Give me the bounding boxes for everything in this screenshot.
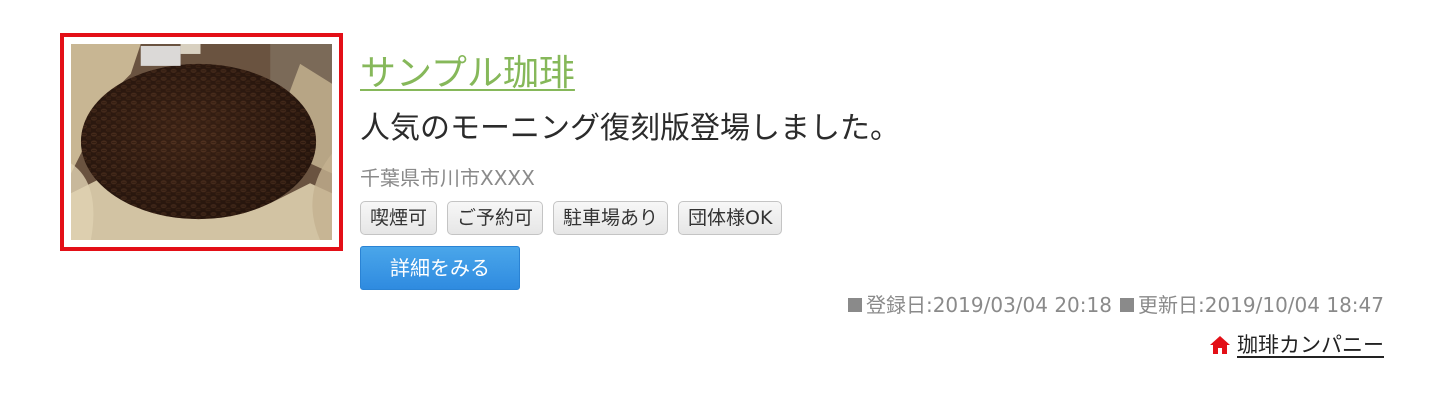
updated-date-text: 更新日:2019/10/04 18:47 <box>1137 293 1384 317</box>
shop-thumbnail-frame[interactable] <box>60 33 343 251</box>
shop-catchphrase: 人気のモーニング復刻版登場しました。 <box>360 111 900 146</box>
square-bullet-icon <box>847 298 862 312</box>
square-bullet-icon <box>1119 298 1134 312</box>
date-info: 登録日:2019/03/04 20:18 更新日:2019/10/04 18:4… <box>847 290 1384 320</box>
tag-smoking: 喫煙可 <box>360 201 438 235</box>
home-icon <box>1210 336 1230 354</box>
shop-title-link[interactable]: サンプル珈琲 <box>360 50 575 98</box>
updated-date: 更新日:2019/10/04 18:47 <box>1119 290 1384 320</box>
registered-date-text: 登録日:2019/03/04 20:18 <box>865 293 1112 317</box>
registered-date: 登録日:2019/03/04 20:18 <box>847 290 1112 320</box>
tag-parking: 駐車場あり <box>553 201 669 235</box>
company-link-row[interactable]: 珈琲カンパニー <box>1209 330 1384 360</box>
detail-button[interactable]: 詳細をみる <box>360 246 520 290</box>
coffee-beans-photo[interactable] <box>71 44 332 240</box>
shop-tag-list: 喫煙可 ご予約可 駐車場あり 団体様OK <box>360 201 783 235</box>
tag-reservation: ご予約可 <box>447 201 544 235</box>
company-name-link[interactable]: 珈琲カンパニー <box>1237 330 1384 360</box>
shop-listing-card: サンプル珈琲 人気のモーニング復刻版登場しました。 千葉県市川市XXXX 喫煙可… <box>0 0 1456 400</box>
shop-address: 千葉県市川市XXXX <box>360 166 535 190</box>
tag-group: 団体様OK <box>678 201 783 235</box>
